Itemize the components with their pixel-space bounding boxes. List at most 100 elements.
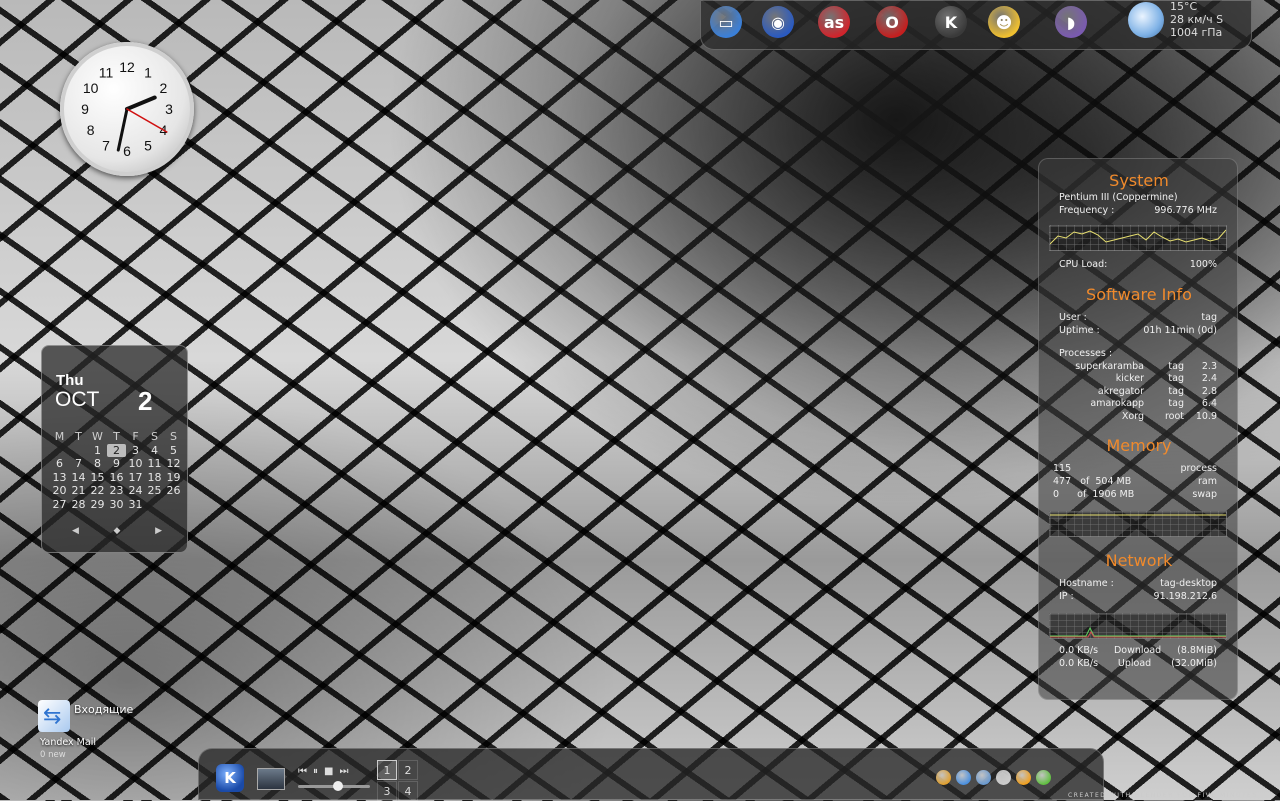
- status-online-icon[interactable]: [1036, 770, 1051, 785]
- browser-tray-icon[interactable]: [976, 770, 991, 785]
- calendar-day-cell[interactable]: 18: [145, 471, 164, 485]
- process-row: amarokapp tag 6.4: [1069, 398, 1217, 410]
- calendar-day-cell[interactable]: 13: [50, 471, 69, 485]
- mail-icon[interactable]: [38, 700, 70, 732]
- calendar-day-cell[interactable]: 19: [164, 471, 183, 485]
- firefox-icon[interactable]: ◉: [762, 6, 794, 38]
- calendar-day-cell[interactable]: 9: [107, 457, 126, 471]
- calendar-day-cell: [164, 498, 183, 512]
- memory-graph: [1049, 511, 1227, 537]
- calendar-nav: ◀ ◆ ▶: [72, 526, 162, 536]
- clock-face: 121234567891011: [81, 59, 173, 159]
- media-pause-button[interactable]: ⏸: [313, 766, 318, 777]
- hostname-value: tag-desktop: [1160, 578, 1217, 589]
- calendar-day-cell[interactable]: 17: [126, 471, 145, 485]
- calendar-day-cell[interactable]: 28: [69, 498, 88, 512]
- process-row: Xorg root 10.9: [1069, 411, 1217, 423]
- calendar-day-cell[interactable]: 16: [107, 471, 126, 485]
- update-notifier-icon[interactable]: [936, 770, 951, 785]
- calendar-day-cell: [69, 444, 88, 458]
- lastfm-icon[interactable]: as: [818, 6, 850, 38]
- kmenu-button[interactable]: K: [216, 764, 244, 792]
- process-list: superkaramba tag 2.3 kicker tag 2.4 akregator t…: [1069, 361, 1217, 423]
- calendar-day-cell[interactable]: 31: [126, 498, 145, 512]
- swap-label: swap: [1192, 489, 1217, 500]
- process-name: Xorg: [1121, 410, 1144, 422]
- volume-slider-knob[interactable]: [333, 781, 343, 791]
- show-desktop-button[interactable]: [257, 768, 285, 790]
- calendar-day-cell[interactable]: 1: [88, 444, 107, 458]
- calendar-day-cell[interactable]: 30: [107, 498, 126, 512]
- memory-graph-line: [1050, 514, 1226, 516]
- download-label: Download: [1113, 645, 1162, 656]
- calendar-day-cell[interactable]: 21: [69, 484, 88, 498]
- ram-row: 477 of 504 MB ram: [1053, 476, 1217, 488]
- process-count: 115: [1053, 463, 1072, 474]
- network-title: Network: [1105, 551, 1173, 570]
- calendar-day-cell[interactable]: 8: [88, 457, 107, 471]
- network-globe-icon[interactable]: [956, 770, 971, 785]
- ram-value: 477 of 504 MB: [1053, 476, 1132, 487]
- volume-icon[interactable]: [996, 770, 1011, 785]
- tux-icon[interactable]: ☻: [988, 6, 1020, 38]
- uptime-value: 01h 11min (0d): [1143, 325, 1217, 336]
- user-value: tag: [1201, 312, 1217, 323]
- frequency-label: Frequency :: [1059, 205, 1115, 216]
- opera-icon[interactable]: O: [876, 6, 908, 38]
- calendar-day-cell[interactable]: 10: [126, 457, 145, 471]
- calendar-day-cell[interactable]: 23: [107, 484, 126, 498]
- software-title: Software Info: [1086, 285, 1192, 304]
- calendar-day-cell[interactable]: 6: [50, 457, 69, 471]
- weather-temp: 15°C: [1170, 0, 1198, 13]
- monitor-icon[interactable]: ▭: [710, 6, 742, 38]
- pager-desktop-2[interactable]: 2: [398, 760, 418, 780]
- media-stop-button[interactable]: ■: [324, 766, 333, 777]
- pager-desktop-1[interactable]: 1: [377, 760, 397, 780]
- mail-count-label: 0 new: [40, 750, 66, 760]
- calendar-weekday: Thu: [56, 372, 84, 389]
- upload-total: (32.0MiB): [1171, 658, 1217, 669]
- network-graph-line: [1050, 626, 1226, 638]
- calendar-day-cell[interactable]: 4: [145, 444, 164, 458]
- calendar-day-cell[interactable]: 5: [164, 444, 183, 458]
- hostname-row: Hostname : tag-desktop: [1059, 578, 1217, 590]
- calendar-day-cell[interactable]: 2: [107, 443, 126, 457]
- calendar-day-cell[interactable]: 20: [50, 484, 69, 498]
- calendar-today-button[interactable]: ◆: [114, 526, 121, 536]
- download-rate: 0.0 KB/s: [1059, 645, 1099, 656]
- process-name: superkaramba: [1075, 361, 1144, 372]
- calendar-day-cell[interactable]: 27: [50, 498, 69, 512]
- pidgin-icon[interactable]: ◗: [1055, 6, 1087, 38]
- clock-numeral: 12: [119, 59, 135, 75]
- weather-cloud-icon: [1128, 2, 1164, 38]
- wallpaper-credit: CREATED WITH BLENDER FOR FIVE MINUTES: [1068, 792, 1258, 799]
- mail-inbox-label: Входящие: [74, 703, 134, 716]
- weather-widget[interactable]: 15°C 28 км/ч S 1004 гПа: [1128, 0, 1248, 44]
- calendar-day-cell[interactable]: 29: [88, 498, 107, 512]
- calendar-day-cell[interactable]: 7: [69, 457, 88, 471]
- process-user: tag: [1168, 385, 1184, 397]
- clock-numeral: 1: [144, 65, 152, 81]
- calendar-day-cell[interactable]: 12: [164, 457, 183, 471]
- media-prev-button[interactable]: ⏮: [298, 766, 307, 777]
- calendar-day-cell[interactable]: 22: [88, 484, 107, 498]
- calendar-day-cell[interactable]: 11: [145, 457, 164, 471]
- media-next-button[interactable]: ⏭: [339, 766, 348, 777]
- rss-feed-icon[interactable]: [1016, 770, 1031, 785]
- calendar-day-cell[interactable]: 26: [164, 484, 183, 498]
- process-row: superkaramba tag 2.3: [1069, 361, 1217, 373]
- pager-desktop-4[interactable]: 4: [398, 781, 418, 801]
- network-graph: [1049, 613, 1227, 639]
- swap-value: 0 of 1906 MB: [1053, 489, 1135, 500]
- calendar-day-cell[interactable]: 24: [126, 484, 145, 498]
- calendar-day-cell[interactable]: 14: [69, 471, 88, 485]
- kde-icon[interactable]: K: [935, 6, 967, 38]
- cpu-load-value: 100%: [1189, 259, 1217, 270]
- calendar-prev-button[interactable]: ◀: [72, 526, 79, 536]
- calendar-next-button[interactable]: ▶: [155, 526, 162, 536]
- calendar-day-cell[interactable]: 25: [145, 484, 164, 498]
- swap-row: 0 of 1906 MB swap: [1053, 489, 1217, 501]
- calendar-day-cell[interactable]: 15: [88, 471, 107, 485]
- pager-desktop-3[interactable]: 3: [377, 781, 397, 801]
- calendar-day-cell[interactable]: 3: [126, 444, 145, 458]
